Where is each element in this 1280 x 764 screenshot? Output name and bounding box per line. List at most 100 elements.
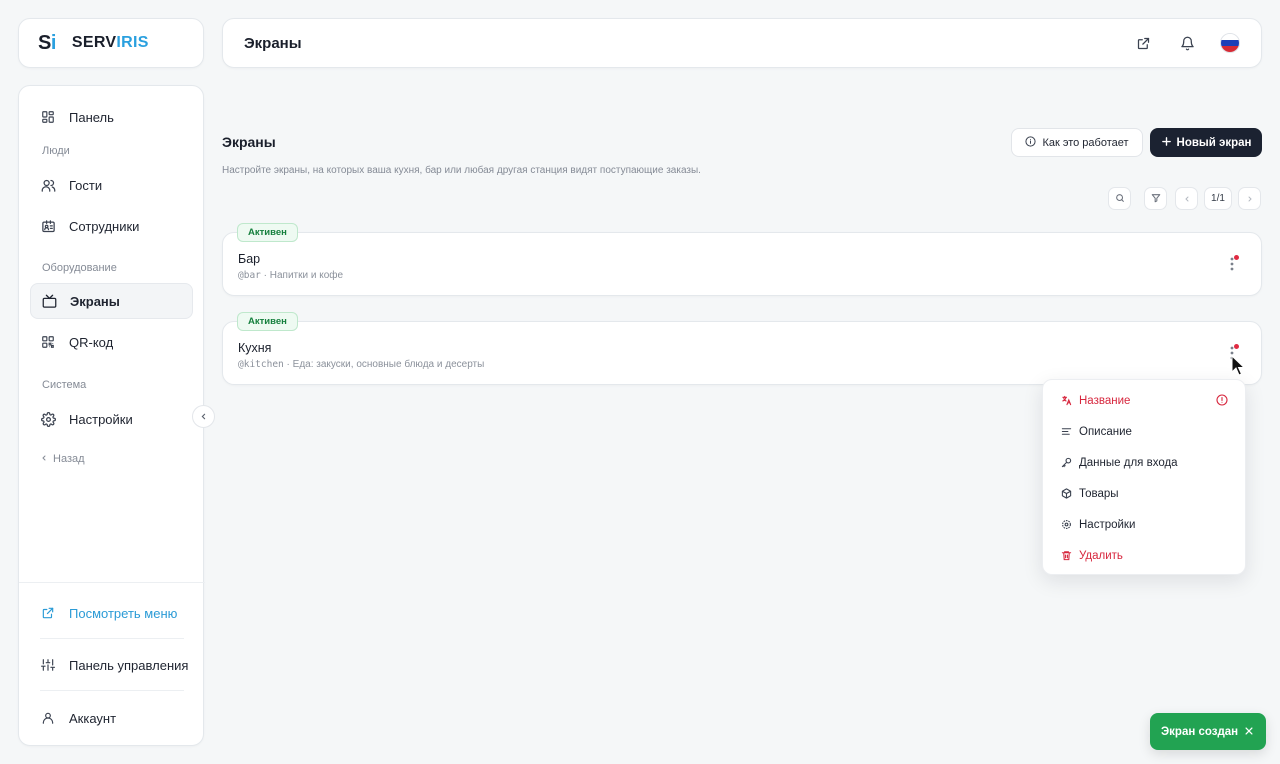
close-icon[interactable] xyxy=(1242,724,1256,738)
logo-mark-i: i xyxy=(50,31,57,54)
menu-item-label: Данные для входа xyxy=(1079,456,1178,469)
view-menu-link[interactable]: Посмотреть меню xyxy=(40,602,177,624)
logo-wordmark: SERVIRIS xyxy=(72,34,149,52)
flag-stripe-red xyxy=(1221,46,1239,52)
menu-item-label: Товары xyxy=(1079,487,1119,500)
menu-item-label: Настройки xyxy=(1079,518,1136,531)
dashboard-icon xyxy=(40,109,56,125)
sidebar-divider xyxy=(40,638,184,639)
notification-dot xyxy=(1234,344,1239,349)
sidebar-item-label: Сотрудники xyxy=(69,218,140,234)
chevron-left-icon xyxy=(1183,190,1191,208)
screen-name: Бар xyxy=(238,252,261,266)
sidebar-collapse-button[interactable] xyxy=(192,405,215,428)
sidebar-divider xyxy=(40,690,184,691)
chevron-right-icon xyxy=(1246,190,1254,208)
screen-meta: @kitchen · Еда: закуски, основные блюда … xyxy=(238,359,484,370)
screen-card-kitchen[interactable]: Активен Кухня @kitchen · Еда: закуски, о… xyxy=(222,312,1262,385)
box-icon xyxy=(1060,488,1072,500)
sidebar-item-screens[interactable]: Экраны xyxy=(30,283,193,319)
sliders-icon xyxy=(40,657,56,673)
info-icon xyxy=(1025,135,1037,150)
search-button[interactable] xyxy=(1108,187,1131,210)
chevron-left-icon xyxy=(199,408,208,426)
menu-item-settings[interactable]: Настройки xyxy=(1043,509,1245,540)
external-link-icon xyxy=(40,605,56,621)
back-link[interactable]: Назад xyxy=(40,453,85,465)
status-badge: Активен xyxy=(237,312,298,331)
plus-icon xyxy=(1161,136,1172,150)
page-title: Экраны xyxy=(244,34,302,52)
user-icon xyxy=(40,710,56,726)
view-menu-label: Посмотреть меню xyxy=(69,605,178,621)
screen-card-bar[interactable]: Активен Бар @bar · Напитки и кофе xyxy=(222,223,1262,296)
logo-mark-s: S xyxy=(38,31,51,54)
screen-name: Кухня xyxy=(238,341,272,355)
external-link-icon[interactable] xyxy=(1132,32,1154,54)
sidebar-item-staff[interactable]: Сотрудники xyxy=(30,208,193,244)
status-badge: Активен xyxy=(237,223,298,242)
logo-mark: Si xyxy=(38,32,56,55)
menu-item-description[interactable]: Описание xyxy=(1043,416,1245,447)
control-panel-link[interactable]: Панель управления xyxy=(40,654,188,676)
account-label: Аккаунт xyxy=(69,710,117,726)
filter-icon xyxy=(1151,190,1161,208)
sidebar-divider xyxy=(19,582,205,583)
notification-dot xyxy=(1234,255,1239,260)
alert-circle-icon xyxy=(1216,394,1228,409)
how-it-works-button[interactable]: Как это работает xyxy=(1011,128,1143,157)
section-system: Система xyxy=(42,379,87,391)
menu-item-products[interactable]: Товары xyxy=(1043,478,1245,509)
screen-code: @bar xyxy=(238,270,261,281)
text-lines-icon xyxy=(1060,426,1072,438)
sidebar-item-settings[interactable]: Настройки xyxy=(30,401,193,437)
gear-icon xyxy=(40,411,56,427)
sidebar: Панель Люди Гости Сотрудники Оборудовани… xyxy=(18,85,205,746)
bell-icon[interactable] xyxy=(1176,32,1198,54)
gear-icon xyxy=(1060,519,1072,531)
language-flag-russia[interactable] xyxy=(1220,33,1240,53)
sidebar-item-label: Гости xyxy=(69,177,103,193)
id-card-icon xyxy=(40,218,56,234)
screen-code: @kitchen xyxy=(238,359,284,370)
account-link[interactable]: Аккаунт xyxy=(40,707,116,729)
menu-item-delete[interactable]: Удалить xyxy=(1043,540,1245,571)
sidebar-item-guests[interactable]: Гости xyxy=(30,167,193,203)
back-label: Назад xyxy=(53,453,85,465)
page-indicator: 1/1 xyxy=(1204,187,1232,210)
next-page-button[interactable] xyxy=(1238,187,1261,210)
section-title: Экраны xyxy=(222,134,276,150)
section-subtitle: Настройте экраны, на которых ваша кухня,… xyxy=(222,165,701,176)
screen-description: · Еда: закуски, основные блюда и десерты xyxy=(283,359,485,370)
section-people: Люди xyxy=(42,145,70,157)
menu-item-label: Название xyxy=(1079,394,1131,407)
logo-word-part-1: SERV xyxy=(71,34,117,51)
menu-item-label: Удалить xyxy=(1079,549,1123,562)
qr-code-icon xyxy=(40,334,56,350)
sidebar-item-label: Панель xyxy=(69,109,114,125)
sidebar-item-qr-code[interactable]: QR-код xyxy=(30,324,193,360)
filter-button[interactable] xyxy=(1144,187,1167,210)
chevron-left-icon xyxy=(40,453,48,465)
new-screen-button[interactable]: Новый экран xyxy=(1150,128,1262,157)
mouse-cursor-icon xyxy=(1231,354,1246,382)
menu-item-name[interactable]: Название xyxy=(1043,385,1245,416)
key-icon xyxy=(1060,457,1072,469)
top-header: Экраны xyxy=(222,18,1262,68)
logo-word-part-2: IRIS xyxy=(116,34,149,51)
search-icon xyxy=(1115,190,1125,208)
menu-item-login-data[interactable]: Данные для входа xyxy=(1043,447,1245,478)
users-icon xyxy=(40,177,56,193)
section-equipment: Оборудование xyxy=(42,262,117,274)
tv-icon xyxy=(41,293,57,309)
toast-message: Экран создан xyxy=(1161,725,1239,738)
screen-meta: @bar · Напитки и кофе xyxy=(238,270,343,281)
menu-item-label: Описание xyxy=(1079,425,1132,438)
logo[interactable]: Si SERVIRIS xyxy=(18,18,204,68)
sidebar-item-label: Экраны xyxy=(70,293,120,309)
screen-description: · Напитки и кофе xyxy=(260,270,344,281)
more-options-button[interactable] xyxy=(1225,255,1239,275)
prev-page-button[interactable] xyxy=(1175,187,1198,210)
control-panel-label: Панель управления xyxy=(69,657,189,673)
sidebar-item-dashboard[interactable]: Панель xyxy=(30,99,193,135)
